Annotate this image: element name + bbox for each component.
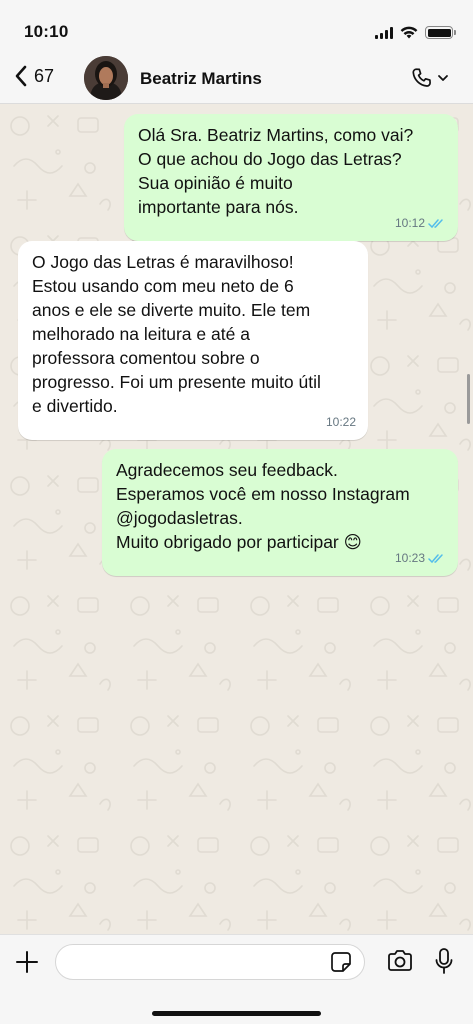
sticker-icon [331,952,351,972]
microphone-button[interactable] [434,947,454,980]
cellular-signal-icon [375,26,393,39]
message-text: O Jogo das Letras é maravilhoso! Estou u… [32,252,321,416]
call-button[interactable] [410,66,449,90]
message-bubble-incoming[interactable]: O Jogo das Letras é maravilhoso! Estou u… [18,241,368,440]
status-bar: 10:10 [0,0,473,56]
home-indicator[interactable] [152,1011,321,1016]
contact-name[interactable]: Beatriz Martins [140,69,262,89]
camera-icon [388,950,412,971]
avatar[interactable] [84,56,128,100]
message-time: 10:12 [394,216,425,230]
camera-button[interactable] [386,949,414,978]
back-chevron-icon [15,65,27,87]
input-bar [0,934,473,1024]
chat-header: 67 Beatriz Martins [0,56,473,104]
message-input[interactable] [55,944,365,980]
message-time: 10:22 [325,415,356,429]
message-time: 10:23 [394,551,425,565]
message-meta: 10:12 [395,211,446,235]
plus-icon [16,951,38,973]
chat-area[interactable]: Olá Sra. Beatriz Martins, como vai? O qu… [0,104,473,934]
chevron-down-icon [438,75,448,81]
message-meta: 10:23 [395,546,446,570]
status-icons [375,26,456,39]
message-text: Agradecemos seu feedback. Esperamos você… [116,460,410,552]
battery-icon [425,26,456,39]
wifi-icon [400,26,418,39]
scroll-indicator[interactable] [467,374,470,424]
double-check-icon [428,218,443,228]
microphone-icon [435,948,453,974]
status-time: 10:10 [24,22,69,41]
phone-icon [412,68,431,87]
sticker-button[interactable] [330,951,352,978]
message-bubble-outgoing[interactable]: Agradecemos seu feedback. Esperamos você… [102,449,458,576]
attach-button[interactable] [14,949,40,980]
message-text: Olá Sra. Beatriz Martins, como vai? O qu… [138,125,414,217]
message-meta: 10:22 [326,410,356,434]
double-check-icon [428,553,443,563]
unread-count: 67 [34,65,55,86]
message-bubble-outgoing[interactable]: Olá Sra. Beatriz Martins, como vai? O qu… [124,114,458,241]
avatar-photo [84,56,128,100]
back-button[interactable]: 67 [14,65,54,87]
